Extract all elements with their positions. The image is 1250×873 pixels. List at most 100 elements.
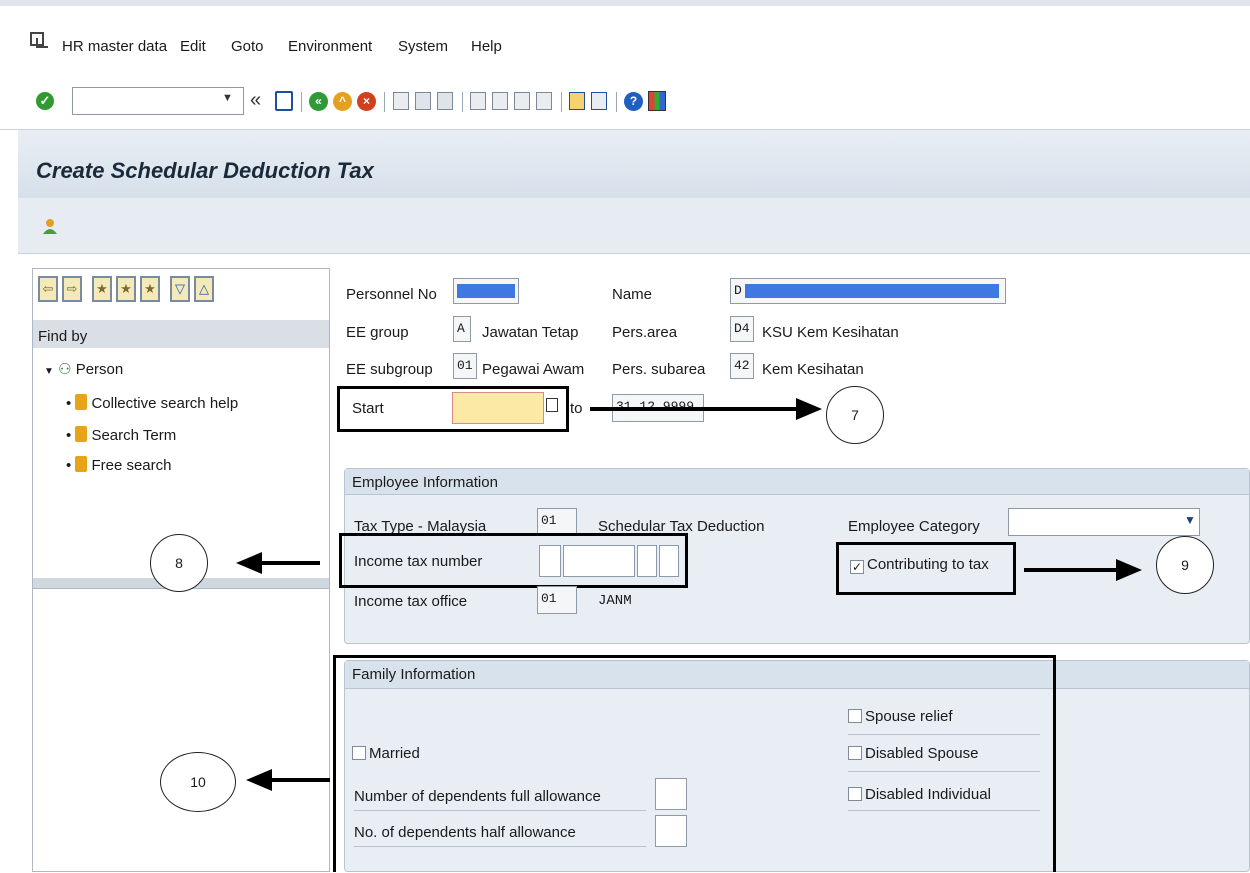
expand-caret-icon: ▼ xyxy=(44,366,54,377)
income-tax-number-main[interactable] xyxy=(563,545,635,577)
collapse-up-icon[interactable]: △ xyxy=(194,276,214,302)
income-tax-number-suffix[interactable] xyxy=(637,545,657,577)
exit-icon[interactable]: ^ xyxy=(333,92,352,111)
divider xyxy=(354,846,646,847)
calendar-icon[interactable] xyxy=(546,398,558,412)
tree-item-label: Search Term xyxy=(91,427,177,444)
half-allowance-input[interactable] xyxy=(655,815,687,847)
first-page-icon[interactable] xyxy=(470,92,486,110)
next-page-icon[interactable] xyxy=(514,92,530,110)
bullet-icon: • xyxy=(66,427,72,444)
ee-group-code: A xyxy=(453,316,471,342)
disabled-individual-checkbox[interactable]: Disabled Individual xyxy=(848,786,991,803)
full-allowance-label: Number of dependents full allowance xyxy=(354,788,601,805)
personnel-no-field[interactable] xyxy=(453,278,519,304)
toolbar-separator xyxy=(561,92,562,112)
checkbox-icon xyxy=(848,787,862,801)
name-field[interactable]: D xyxy=(730,278,1006,304)
pers-area-text: KSU Kem Kesihatan xyxy=(762,324,899,341)
binoculars-icon xyxy=(75,426,88,442)
find-next-icon[interactable] xyxy=(437,92,453,110)
nav-forward-icon[interactable]: ⇨ xyxy=(62,276,82,302)
dropdown-arrow-icon[interactable]: ▼ xyxy=(1184,513,1196,527)
menu-hr-master-data[interactable]: HR master data xyxy=(62,38,167,55)
disabled-spouse-label: Disabled Spouse xyxy=(865,745,979,762)
help-icon[interactable]: ? xyxy=(624,92,643,111)
last-page-icon[interactable] xyxy=(536,92,552,110)
person-icon[interactable] xyxy=(42,218,58,234)
nav-back-icon[interactable]: ⇦ xyxy=(38,276,58,302)
tree-item-label: Collective search help xyxy=(91,395,239,412)
pers-subarea-label: Pers. subarea xyxy=(612,361,706,378)
toolbar-separator xyxy=(616,92,617,112)
previous-page-icon[interactable] xyxy=(492,92,508,110)
save-icon[interactable] xyxy=(275,91,293,111)
back-icon[interactable]: « xyxy=(309,92,328,111)
checkbox-checked-icon: ✓ xyxy=(850,560,864,574)
contributing-to-tax-checkbox[interactable]: ✓ Contributing to tax xyxy=(850,556,989,574)
family-information-title: Family Information xyxy=(352,666,476,683)
menu-toggle-icon[interactable] xyxy=(30,32,48,48)
shortcut-icon[interactable] xyxy=(591,92,607,110)
customize-layout-icon[interactable] xyxy=(648,91,666,111)
employee-category-label: Employee Category xyxy=(848,518,980,535)
find-icon[interactable] xyxy=(415,92,431,110)
tree-person-label: Person xyxy=(75,361,124,378)
divider xyxy=(848,810,1040,811)
callout-8: 8 xyxy=(150,534,208,592)
enter-check-icon[interactable]: ✓ xyxy=(36,92,54,110)
collapse-icon[interactable]: « xyxy=(250,89,261,112)
name-prefix: D xyxy=(734,283,742,298)
callout-10: 10 xyxy=(160,752,236,812)
menu-system[interactable]: System xyxy=(398,38,448,55)
menu-goto[interactable]: Goto xyxy=(231,38,264,55)
start-date-input[interactable] xyxy=(452,392,544,424)
cancel-icon[interactable]: × xyxy=(357,92,376,111)
checkbox-icon xyxy=(848,709,862,723)
personnel-no-label: Personnel No xyxy=(346,286,437,303)
ee-subgroup-code: 01 xyxy=(453,353,477,379)
ee-group-label: EE group xyxy=(346,324,409,341)
married-checkbox[interactable]: Married xyxy=(352,745,420,762)
toolbar-separator xyxy=(301,92,302,112)
checkbox-icon xyxy=(352,746,366,760)
employee-information-title: Employee Information xyxy=(352,474,498,491)
divider xyxy=(848,771,1040,772)
bullet-icon: • xyxy=(66,395,72,412)
expand-down-icon[interactable]: ▽ xyxy=(170,276,190,302)
pers-subarea-text: Kem Kesihatan xyxy=(762,361,864,378)
tree-item-collective-search[interactable]: • Collective search help xyxy=(66,394,238,412)
employee-category-select[interactable] xyxy=(1008,508,1200,536)
callout-7-arrow xyxy=(590,407,798,411)
divider xyxy=(354,810,646,811)
ee-subgroup-label: EE subgroup xyxy=(346,361,433,378)
income-tax-office-label: Income tax office xyxy=(354,593,468,610)
person-group-icon: ⚇ xyxy=(58,361,72,378)
favorite-add-icon[interactable]: ★ xyxy=(92,276,112,302)
command-dropdown-icon[interactable]: ▼ xyxy=(222,92,233,104)
tree-item-search-term[interactable]: • Search Term xyxy=(66,426,176,444)
menu-edit[interactable]: Edit xyxy=(180,38,206,55)
favorites-icon[interactable]: ★ xyxy=(116,276,136,302)
income-tax-number-check[interactable] xyxy=(659,545,679,577)
bullet-icon: • xyxy=(66,457,72,474)
command-field[interactable] xyxy=(72,87,244,115)
full-allowance-input[interactable] xyxy=(655,778,687,810)
menu-help[interactable]: Help xyxy=(471,38,502,55)
pers-subarea-code: 42 xyxy=(730,353,754,379)
create-session-icon[interactable] xyxy=(569,92,585,110)
favorite-edit-icon[interactable]: ★ xyxy=(140,276,160,302)
spouse-relief-checkbox[interactable]: Spouse relief xyxy=(848,708,953,725)
print-icon[interactable] xyxy=(393,92,409,110)
disabled-spouse-checkbox[interactable]: Disabled Spouse xyxy=(848,745,978,762)
callout-8-arrow xyxy=(262,561,320,565)
divider xyxy=(848,734,1040,735)
callout-10-arrowhead xyxy=(246,769,272,791)
callout-9-arrow xyxy=(1024,568,1118,572)
tree-person[interactable]: ▼ ⚇ Person xyxy=(44,360,123,378)
income-tax-number-prefix[interactable] xyxy=(539,545,561,577)
toolbar-separator xyxy=(384,92,385,112)
binoculars-icon xyxy=(75,456,88,472)
tree-item-free-search[interactable]: • Free search xyxy=(66,456,171,474)
menu-environment[interactable]: Environment xyxy=(288,38,372,55)
